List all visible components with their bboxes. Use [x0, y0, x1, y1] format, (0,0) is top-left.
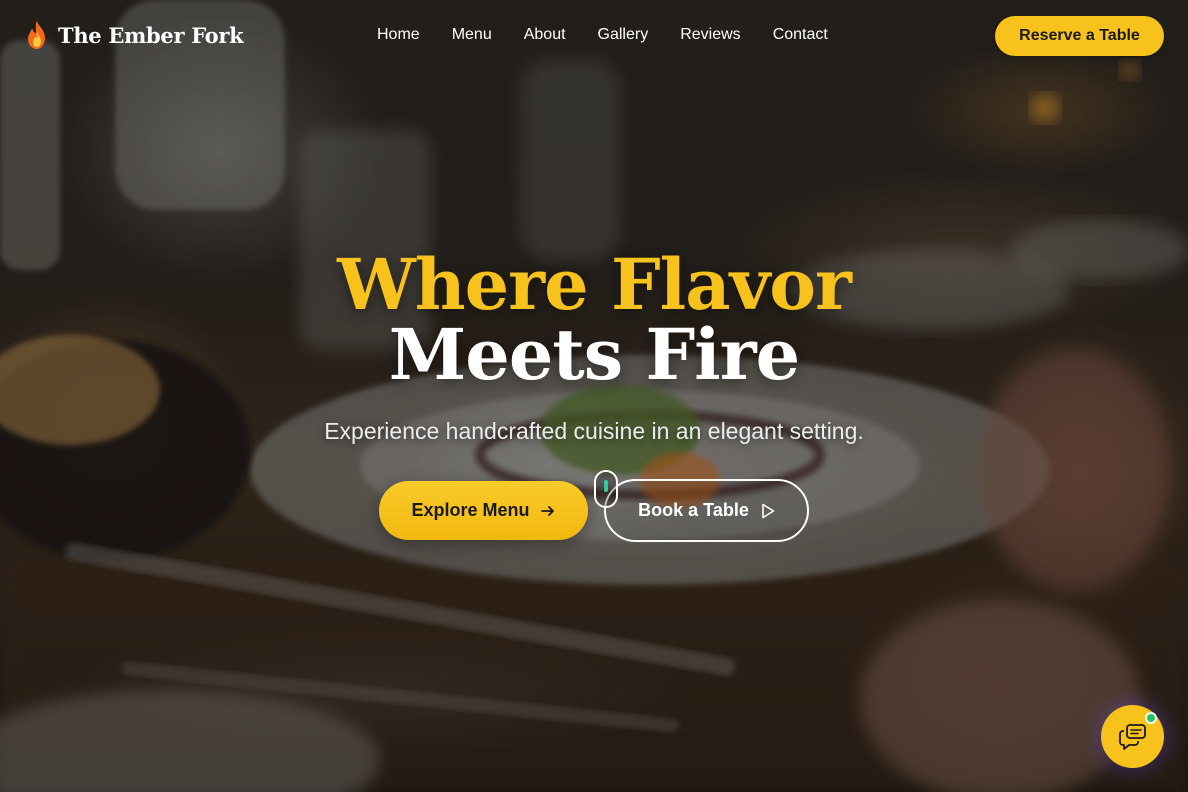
arrow-right-icon — [540, 503, 556, 519]
brand-logo[interactable]: The Ember Fork — [24, 20, 244, 50]
hero-subtitle: Experience handcrafted cuisine in an ele… — [324, 418, 864, 444]
hero-dark-overlay — [0, 0, 1188, 792]
play-icon — [761, 503, 775, 519]
reserve-table-button[interactable]: Reserve a Table — [995, 16, 1164, 56]
explore-menu-button[interactable]: Explore Menu — [379, 481, 588, 540]
nav-link-reviews[interactable]: Reviews — [664, 24, 756, 46]
top-navigation: The Ember Fork Home Menu About Gallery R… — [0, 0, 1188, 72]
book-table-label: Book a Table — [638, 500, 749, 520]
headline-line-1: Where Flavor — [337, 243, 852, 326]
scroll-indicator-icon — [594, 470, 618, 508]
nav-link-contact[interactable]: Contact — [757, 24, 844, 46]
scroll-indicator-dot — [604, 480, 608, 492]
explore-menu-label: Explore Menu — [411, 500, 530, 520]
hero-section: The Ember Fork Home Menu About Gallery R… — [0, 0, 1188, 792]
book-table-button[interactable]: Book a Table — [604, 479, 809, 542]
nav-links: Home Menu About Gallery Reviews Contact — [361, 24, 844, 46]
chat-widget-button[interactable] — [1101, 705, 1164, 768]
hero-headline: Where Flavor Meets Fire — [0, 250, 1188, 390]
headline-line-2: Meets Fire — [388, 313, 800, 396]
nav-link-gallery[interactable]: Gallery — [582, 24, 665, 46]
online-status-dot — [1145, 712, 1157, 724]
chat-icon — [1118, 723, 1148, 751]
flame-icon — [24, 20, 50, 50]
brand-name: The Ember Fork — [58, 22, 244, 48]
nav-link-home[interactable]: Home — [361, 24, 436, 46]
nav-link-menu[interactable]: Menu — [436, 24, 508, 46]
nav-link-about[interactable]: About — [508, 24, 582, 46]
